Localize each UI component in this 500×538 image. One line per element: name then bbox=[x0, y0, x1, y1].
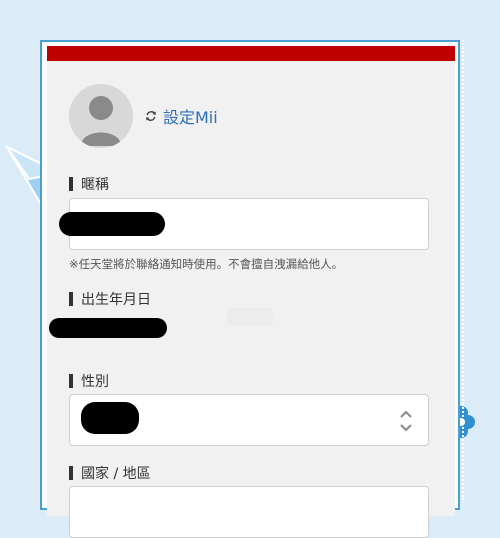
redacted-birthdate bbox=[49, 318, 167, 338]
mii-row: 設定Mii bbox=[69, 84, 218, 148]
nickname-note: ※任天堂將於聯絡通知時使用。不會擅自洩漏給他人。 bbox=[69, 257, 344, 271]
nickname-label-row: 暱稱 bbox=[69, 174, 109, 194]
region-select[interactable] bbox=[69, 486, 429, 538]
region-label: 國家 / 地區 bbox=[81, 466, 151, 482]
refresh-icon bbox=[146, 111, 156, 121]
person-icon bbox=[81, 96, 121, 146]
gender-label: 性別 bbox=[81, 374, 109, 390]
label-marker bbox=[69, 292, 73, 306]
dotted-border-decoration bbox=[462, 40, 464, 500]
top-bar bbox=[47, 46, 455, 61]
birthdate-label-row: 出生年月日 bbox=[69, 289, 151, 309]
birthdate-label: 出生年月日 bbox=[81, 292, 151, 308]
birthdate-field[interactable] bbox=[227, 308, 273, 326]
region-label-row: 國家 / 地區 bbox=[69, 463, 151, 483]
select-chevron-icon bbox=[400, 410, 412, 432]
gender-label-row: 性別 bbox=[69, 371, 109, 391]
label-marker bbox=[69, 374, 73, 388]
set-mii-link[interactable]: 設定Mii bbox=[145, 104, 218, 128]
redacted-nickname bbox=[59, 212, 165, 236]
profile-form-card: 設定Mii 暱稱 ※任天堂將於聯絡通知時使用。不會擅自洩漏給他人。 出生年月日 … bbox=[47, 46, 455, 538]
label-marker bbox=[69, 177, 73, 191]
nickname-label: 暱稱 bbox=[81, 177, 109, 193]
set-mii-label: 設定Mii bbox=[163, 108, 218, 127]
avatar bbox=[69, 84, 133, 148]
redacted-gender bbox=[81, 402, 139, 434]
label-marker bbox=[69, 466, 73, 480]
